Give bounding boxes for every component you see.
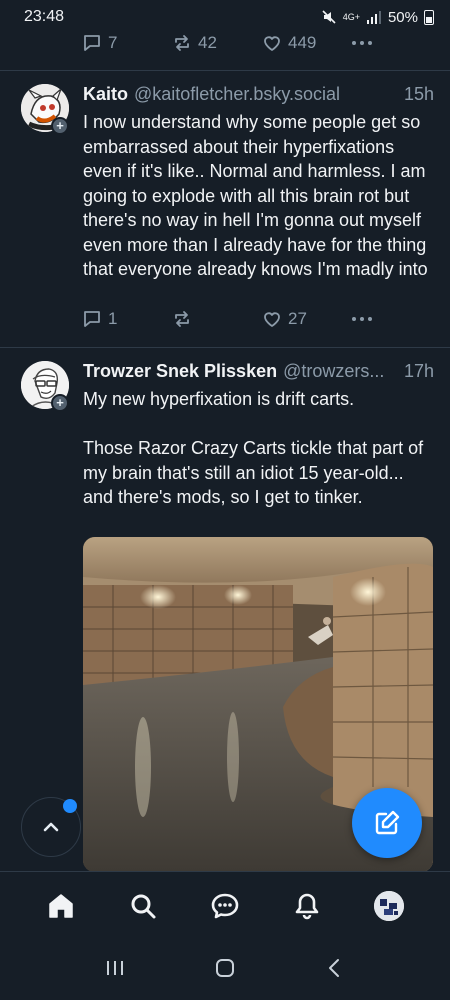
reply-button[interactable]: 7	[82, 33, 172, 53]
author-handle[interactable]: @trowzers...	[283, 361, 396, 382]
divider	[0, 70, 450, 71]
recents-icon	[107, 960, 123, 975]
chat-icon	[211, 893, 239, 918]
more-dots-icon	[352, 317, 372, 321]
chevron-up-icon	[43, 822, 59, 832]
reply-icon	[84, 311, 100, 327]
bottom-nav	[0, 871, 450, 939]
system-home-icon	[216, 958, 234, 977]
repost-button[interactable]: 42	[172, 33, 262, 53]
nav-profile[interactable]	[367, 884, 411, 928]
recents-button[interactable]	[103, 956, 127, 985]
status-time: 23:48	[24, 8, 65, 25]
back-icon	[329, 958, 339, 977]
more-dots-icon	[352, 41, 372, 45]
mute-icon	[322, 10, 336, 24]
signal-icon	[366, 11, 381, 24]
repost-icon	[175, 311, 189, 327]
more-button[interactable]	[352, 41, 372, 45]
post-actions: 1 27	[82, 306, 382, 332]
repost-button[interactable]	[172, 309, 262, 329]
compose-icon	[375, 810, 400, 835]
nav-home[interactable]	[39, 884, 83, 928]
bell-icon	[295, 893, 319, 919]
reply-count: 1	[108, 309, 118, 328]
new-posts-indicator	[63, 799, 77, 813]
more-button[interactable]	[352, 317, 372, 321]
like-count: 449	[288, 33, 317, 52]
heart-icon	[264, 312, 280, 327]
nav-chat[interactable]	[203, 884, 247, 928]
network-label: 4G+	[342, 11, 360, 22]
post-header: Trowzer Snek Plissken @trowzers... 17h	[83, 361, 434, 385]
previous-post-actions: 7 42 449	[82, 30, 382, 56]
back-button[interactable]	[323, 956, 347, 985]
nav-search[interactable]	[121, 884, 165, 928]
status-bar: 23:48 4G+ 50%	[0, 0, 450, 34]
follow-plus-icon[interactable]: +	[51, 117, 69, 135]
post-text: I now understand why some people get so …	[83, 112, 432, 279]
author-name[interactable]: Trowzer Snek Plissken	[83, 361, 277, 382]
avatar	[374, 890, 404, 921]
reply-icon	[84, 35, 100, 51]
post-time: 15h	[403, 84, 434, 104]
home-icon	[49, 893, 73, 918]
author-handle[interactable]: @kaitofletcher.bsky.social	[134, 84, 396, 105]
follow-plus-icon[interactable]: +	[51, 394, 69, 412]
author-name[interactable]: Kaito	[83, 84, 128, 105]
nav-notifications[interactable]	[285, 884, 329, 928]
like-button[interactable]: 27	[262, 309, 352, 329]
battery-icon	[424, 9, 434, 25]
like-button[interactable]: 449	[262, 33, 352, 53]
system-home-button[interactable]	[213, 956, 237, 985]
search-icon	[131, 894, 156, 918]
battery-percent: 50%	[387, 8, 418, 26]
heart-icon	[264, 36, 280, 51]
compose-button[interactable]	[352, 788, 422, 858]
divider	[0, 347, 450, 348]
post-time: 17h	[403, 361, 434, 381]
system-nav-bar	[0, 940, 450, 1000]
like-count: 27	[288, 309, 307, 328]
status-indicators: 4G+ 50%	[321, 9, 434, 26]
reply-button[interactable]: 1	[82, 309, 172, 329]
repost-icon	[175, 35, 189, 51]
reply-count: 7	[108, 33, 118, 52]
repost-count: 42	[198, 33, 217, 52]
post-header: Kaito @kaitofletcher.bsky.social 15h	[83, 84, 434, 108]
post-text: My new hyperfixation is drift carts. Tho…	[83, 389, 424, 507]
